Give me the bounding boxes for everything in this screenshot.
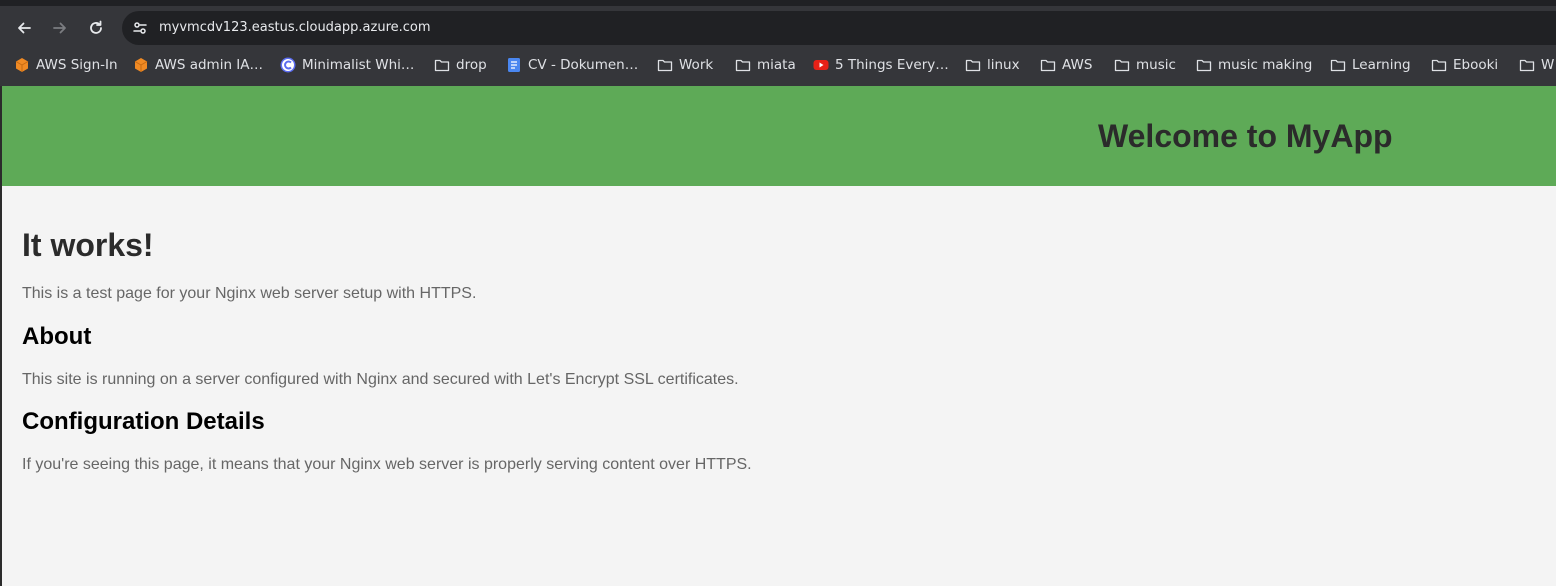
arrow-left-icon [18, 22, 31, 34]
forward-button[interactable] [44, 12, 76, 44]
arrow-right-icon [53, 22, 66, 34]
reload-icon [90, 20, 102, 34]
aws-cube-icon [14, 57, 30, 73]
folder-icon [1196, 57, 1212, 73]
bookmark-folder-miata[interactable]: miata [735, 50, 796, 80]
folder-icon [434, 57, 450, 73]
folder-icon [965, 57, 981, 73]
banner-title: Welcome to MyApp [1098, 118, 1393, 154]
bookmark-folder-aws[interactable]: AWS [1040, 50, 1092, 80]
back-button[interactable] [8, 12, 40, 44]
tune-icon [133, 22, 147, 34]
bookmark-label: CV - Dokumen… [528, 57, 639, 73]
bookmark-label: AWS [1062, 57, 1093, 73]
folder-icon [657, 57, 673, 73]
browser-toolbar: myvmcdv123.eastus.cloudapp.azure.com [0, 6, 1556, 50]
bookmark-label: AWS Sign-In [36, 57, 118, 73]
bookmark-label: 5 Things Every… [835, 57, 949, 73]
config-heading: Configuration Details [22, 408, 265, 435]
bookmark-cv-dokument[interactable]: CV - Dokumen… [506, 50, 638, 80]
bookmark-label: music making [1218, 57, 1313, 73]
page-heading: It works! [22, 227, 154, 263]
web-page: Welcome to MyApp It works! This is a tes… [2, 86, 1556, 586]
bookmark-folder-drop[interactable]: drop [434, 50, 487, 80]
bookmark-label: Minimalist Whi… [302, 57, 415, 73]
docs-icon [506, 57, 522, 73]
address-bar[interactable]: myvmcdv123.eastus.cloudapp.azure.com [122, 11, 1556, 45]
intro-text: This is a test page for your Nginx web s… [22, 285, 477, 302]
folder-icon [1114, 57, 1130, 73]
bookmark-youtube-5-things[interactable]: 5 Things Every… [813, 50, 949, 80]
about-heading: About [22, 323, 92, 350]
bookmark-label: W [1541, 57, 1555, 73]
bookmark-folder-w[interactable]: W [1519, 50, 1556, 80]
bookmark-folder-music-making[interactable]: music making [1196, 50, 1312, 80]
bookmark-aws-admin[interactable]: AWS admin IA… [133, 50, 263, 80]
bookmark-folder-ebooki[interactable]: Ebooki [1431, 50, 1498, 80]
bookmark-label: Ebooki [1453, 57, 1499, 73]
browser-chrome: myvmcdv123.eastus.cloudapp.azure.com AWS… [0, 0, 1556, 86]
header-banner: Welcome to MyApp [2, 86, 1556, 186]
bookmark-folder-linux[interactable]: linux [965, 50, 1020, 80]
bookmark-label: miata [757, 57, 796, 73]
bookmark-label: Learning [1352, 57, 1411, 73]
bookmark-folder-music[interactable]: music [1114, 50, 1176, 80]
site-info-button[interactable] [128, 16, 152, 40]
bookmark-aws-sign-in[interactable]: AWS Sign-In [14, 50, 118, 80]
bookmark-minimalist[interactable]: Minimalist Whi… [280, 50, 414, 80]
youtube-icon [813, 57, 829, 73]
bookmark-label: Work [679, 57, 714, 73]
bookmark-label: AWS admin IA… [155, 57, 264, 73]
bookmark-label: music [1136, 57, 1176, 73]
bookmark-folder-learning[interactable]: Learning [1330, 50, 1411, 80]
bookmark-label: linux [987, 57, 1020, 73]
bookmarks-bar: AWS Sign-In AWS admin IA… Minimalist Whi… [0, 50, 1556, 86]
folder-icon [1519, 57, 1535, 73]
folder-icon [1330, 57, 1346, 73]
reload-button[interactable] [80, 12, 112, 44]
folder-icon [735, 57, 751, 73]
bookmark-folder-work[interactable]: Work [657, 50, 713, 80]
bookmark-label: drop [456, 57, 487, 73]
aws-cube-icon [133, 57, 149, 73]
config-text: If you're seeing this page, it means tha… [22, 456, 752, 473]
folder-icon [1040, 57, 1056, 73]
folder-icon [1431, 57, 1447, 73]
url-text[interactable]: myvmcdv123.eastus.cloudapp.azure.com [159, 11, 431, 45]
about-text: This site is running on a server configu… [22, 371, 739, 388]
app-logo-icon [280, 57, 296, 73]
